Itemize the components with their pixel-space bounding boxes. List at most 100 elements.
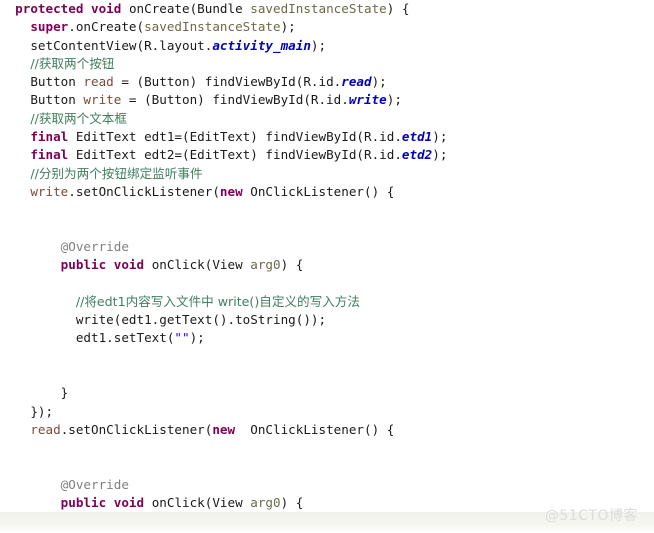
code-token: //获取两个文本框	[30, 110, 127, 126]
code-token: onClick(View	[144, 495, 251, 511]
site-watermark: @51CTO博客	[544, 508, 638, 524]
code-token: savedInstanceState	[250, 1, 387, 16]
code-token: public	[60, 495, 107, 511]
code-token: //将edt1内容写入文件中 write()自定义的写入方法	[75, 293, 360, 309]
code-editor-surface[interactable]: protected void onCreate(Bundle savedInst…	[0, 0, 654, 533]
code-token: });	[30, 403, 54, 419]
code-line[interactable]: write(edt1.getText().toString());	[0, 311, 654, 329]
code-token: write	[30, 183, 69, 199]
code-line[interactable]: final EditText edt2=(EditText) findViewB…	[0, 146, 654, 164]
code-line-list: protected void onCreate(Bundle savedInst…	[0, 0, 654, 533]
code-token: etd2	[401, 147, 433, 163]
code-token: edt1	[75, 330, 107, 346]
code-token: = (Button) findViewById(R.id.	[121, 92, 349, 108]
code-token: .setOnClickListener(	[68, 183, 220, 199]
code-line[interactable]: final EditText edt1=(EditText) findViewB…	[0, 128, 654, 146]
code-token: etd1	[401, 129, 433, 145]
code-line[interactable]	[0, 366, 654, 384]
code-line[interactable]: super.onCreate(savedInstanceState);	[0, 18, 654, 36]
code-line[interactable]: protected void onCreate(Bundle savedInst…	[0, 0, 654, 18]
code-token: edt2	[144, 147, 175, 163]
code-line[interactable]: @Override	[0, 238, 654, 256]
code-line[interactable]: //获取两个文本框	[0, 110, 654, 128]
code-line[interactable]: //将edt1内容写入文件中 write()自定义的写入方法	[0, 293, 654, 311]
code-token: .setText(	[106, 330, 175, 346]
code-token: public	[60, 257, 107, 273]
code-token: //分别为两个按钮绑定监听事件	[30, 165, 203, 181]
code-screenshot: protected void onCreate(Bundle savedInst…	[0, 0, 654, 533]
code-line[interactable]: //分别为两个按钮绑定监听事件	[0, 165, 654, 183]
code-token: );	[310, 37, 327, 53]
code-token: OnClickListener() {	[242, 183, 395, 199]
code-line[interactable]	[0, 348, 654, 366]
code-token: .setOnClickListener(	[60, 421, 213, 437]
code-token: =(EditText) findViewById(R.id.	[174, 147, 402, 163]
code-token: void	[91, 1, 122, 16]
code-line[interactable]	[0, 220, 654, 238]
code-token: EditText	[68, 147, 145, 163]
code-token: protected	[15, 1, 84, 16]
code-token: //获取两个按钮	[30, 55, 115, 71]
code-token: void	[113, 495, 145, 511]
code-line[interactable]: @Override	[0, 476, 654, 494]
code-token: @Override	[60, 238, 129, 254]
code-token: arg0	[250, 495, 281, 511]
code-token: ) {	[386, 1, 410, 16]
code-token: activity_main	[212, 37, 311, 53]
code-line[interactable]	[0, 439, 654, 457]
code-line[interactable]	[0, 457, 654, 475]
code-token: read	[341, 74, 372, 90]
code-token: edt1	[121, 312, 152, 328]
code-token: );	[280, 19, 296, 35]
code-token: setContentView(R.layout.	[30, 37, 213, 53]
code-token: new	[212, 421, 236, 437]
code-line[interactable]: edt1.setText("");	[0, 329, 654, 347]
code-token: ) {	[280, 495, 304, 511]
code-line[interactable]: read.setOnClickListener(new OnClickListe…	[0, 421, 654, 439]
code-token: );	[189, 330, 205, 346]
code-token: onCreate(Bundle	[121, 1, 251, 16]
code-line[interactable]	[0, 274, 654, 292]
code-line[interactable]: Button read = (Button) findViewById(R.id…	[0, 73, 654, 91]
code-token: void	[113, 257, 145, 273]
code-token: .getText().toString());	[151, 312, 327, 328]
code-token: write	[83, 92, 122, 108]
code-token: final	[30, 147, 69, 163]
code-token: OnClickListener() {	[235, 421, 395, 437]
code-token: }	[60, 385, 69, 401]
code-token: ) {	[280, 257, 304, 273]
code-token: ""	[174, 330, 190, 346]
code-token: new	[219, 183, 243, 199]
code-token: );	[432, 147, 448, 163]
code-token: super	[30, 19, 69, 35]
code-token: Button	[30, 74, 84, 90]
code-token: write(	[75, 312, 122, 328]
code-line[interactable]: //获取两个按钮	[0, 55, 654, 73]
code-line[interactable]: Button write = (Button) findViewById(R.i…	[0, 91, 654, 109]
code-line[interactable]	[0, 201, 654, 219]
code-line[interactable]: }	[0, 384, 654, 402]
code-line[interactable]: });	[0, 403, 654, 421]
code-line[interactable]: write.setOnClickListener(new OnClickList…	[0, 183, 654, 201]
code-token: arg0	[250, 257, 281, 273]
code-line[interactable]: setContentView(R.layout.activity_main);	[0, 37, 654, 55]
code-line[interactable]: public void onClick(View arg0) {	[0, 256, 654, 274]
